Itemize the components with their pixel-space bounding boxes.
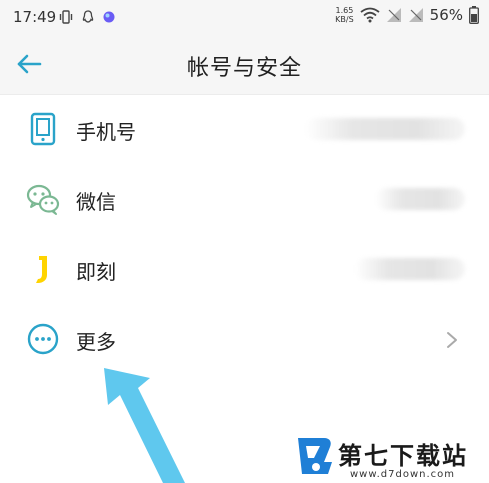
chevron-right-icon: [447, 332, 457, 348]
row-jike-label: 即刻: [76, 260, 116, 284]
row-wechat-label: 微信: [76, 190, 116, 214]
wifi-icon: [360, 7, 380, 23]
status-notification-icons: [58, 8, 116, 26]
watermark: 第七下载站 www.d7down.com: [294, 432, 484, 483]
row-jike[interactable]: 即刻: [0, 235, 489, 305]
page-title: 帐号与安全: [186, 56, 302, 81]
jike-icon: [36, 256, 47, 283]
status-system-icons: 1.65 KB/S 56%: [335, 6, 479, 24]
network-speed-value: 1.65: [335, 6, 354, 15]
phone-icon: [30, 112, 56, 146]
status-time: 17:49: [13, 8, 57, 26]
vibrate-icon: [59, 10, 73, 24]
qq-icon: [82, 10, 94, 23]
status-bar: 17:49 1.65 KB/S 56%: [0, 0, 489, 34]
network-speed-unit: KB/S: [335, 15, 354, 24]
row-wechat[interactable]: 微信: [0, 165, 489, 235]
battery-icon: [469, 6, 479, 24]
row-jike-value-redacted: [355, 258, 465, 280]
battery-percent: 56%: [429, 6, 463, 24]
row-phone[interactable]: 手机号: [0, 95, 489, 165]
signal-icon: [386, 8, 401, 22]
row-phone-label: 手机号: [76, 120, 136, 144]
account-list: 手机号 微信 即刻 更多: [0, 95, 489, 375]
title-bar: 帐号与安全: [0, 34, 489, 95]
row-phone-value-redacted: [305, 118, 465, 140]
watermark-title: 第七下载站: [338, 442, 468, 470]
wechat-icon: [26, 184, 60, 215]
watermark-url: www.d7down.com: [350, 469, 456, 480]
signal-2-icon: [408, 8, 423, 22]
row-wechat-value-redacted: [375, 188, 465, 210]
watermark-logo-icon: [298, 438, 332, 474]
row-more-label: 更多: [76, 330, 116, 354]
app-dot-icon: [103, 11, 115, 23]
more-icon: [27, 323, 59, 355]
network-speed: 1.65 KB/S: [335, 6, 354, 24]
row-more[interactable]: 更多: [0, 305, 489, 375]
